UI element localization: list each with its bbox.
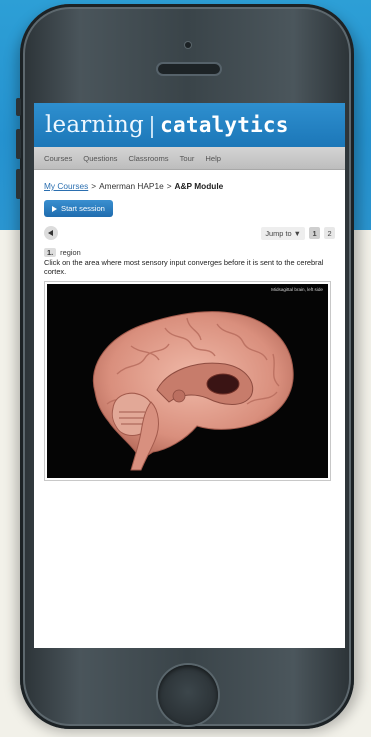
- page-1-button[interactable]: 1: [309, 227, 320, 239]
- question-type: region: [60, 248, 81, 257]
- breadcrumb-my-courses[interactable]: My Courses: [44, 181, 88, 191]
- start-session-label: Start session: [61, 204, 105, 213]
- breadcrumb-course[interactable]: Amerman HAP1e: [99, 181, 164, 191]
- mute-switch: [16, 98, 21, 116]
- home-button[interactable]: [158, 665, 218, 725]
- speaker-grille: [158, 64, 220, 74]
- main-nav: Courses Questions Classrooms Tour Help: [34, 147, 345, 170]
- page-2-button[interactable]: 2: [324, 227, 335, 239]
- brain-image-region[interactable]: Midsagittal brain, left side: [47, 284, 328, 478]
- phone-screen: learning | catalytics Courses Questions …: [34, 103, 345, 648]
- play-icon: [52, 205, 57, 212]
- breadcrumb-separator: >: [166, 181, 172, 191]
- back-button[interactable]: [44, 226, 58, 240]
- question-header: 1. region: [44, 248, 335, 257]
- main-content: My Courses > Amerman HAP1e > A&P Module …: [34, 170, 345, 481]
- jump-to-dropdown[interactable]: Jump to ▼: [261, 226, 305, 240]
- question-text: Click on the area where most sensory inp…: [44, 258, 324, 276]
- back-arrow-icon: [48, 230, 53, 236]
- nav-item-courses[interactable]: Courses: [44, 154, 72, 163]
- brand-logo-bold: catalytics: [160, 113, 289, 137]
- volume-up-button: [16, 129, 21, 159]
- brain-illustration: [93, 311, 294, 471]
- nav-item-questions[interactable]: Questions: [83, 154, 117, 163]
- breadcrumb-separator: >: [91, 181, 97, 191]
- start-session-button[interactable]: Start session: [44, 200, 113, 217]
- brand-separator: |: [148, 111, 156, 138]
- question-image-frame: Midsagittal brain, left side: [44, 281, 331, 481]
- camera-icon: [185, 42, 191, 48]
- brand-logo-light: learning: [45, 112, 144, 138]
- volume-down-button: [16, 169, 21, 199]
- brand-header: learning | catalytics: [34, 103, 345, 147]
- breadcrumb: My Courses > Amerman HAP1e > A&P Module: [44, 181, 335, 191]
- nav-item-help[interactable]: Help: [205, 154, 221, 163]
- question-number: 1.: [44, 248, 57, 257]
- nav-item-classrooms[interactable]: Classrooms: [128, 154, 168, 163]
- breadcrumb-current: A&P Module: [174, 181, 224, 191]
- question-nav-row: Jump to ▼ 1 2: [44, 226, 335, 240]
- nav-item-tour[interactable]: Tour: [180, 154, 195, 163]
- pager: Jump to ▼ 1 2: [261, 226, 335, 240]
